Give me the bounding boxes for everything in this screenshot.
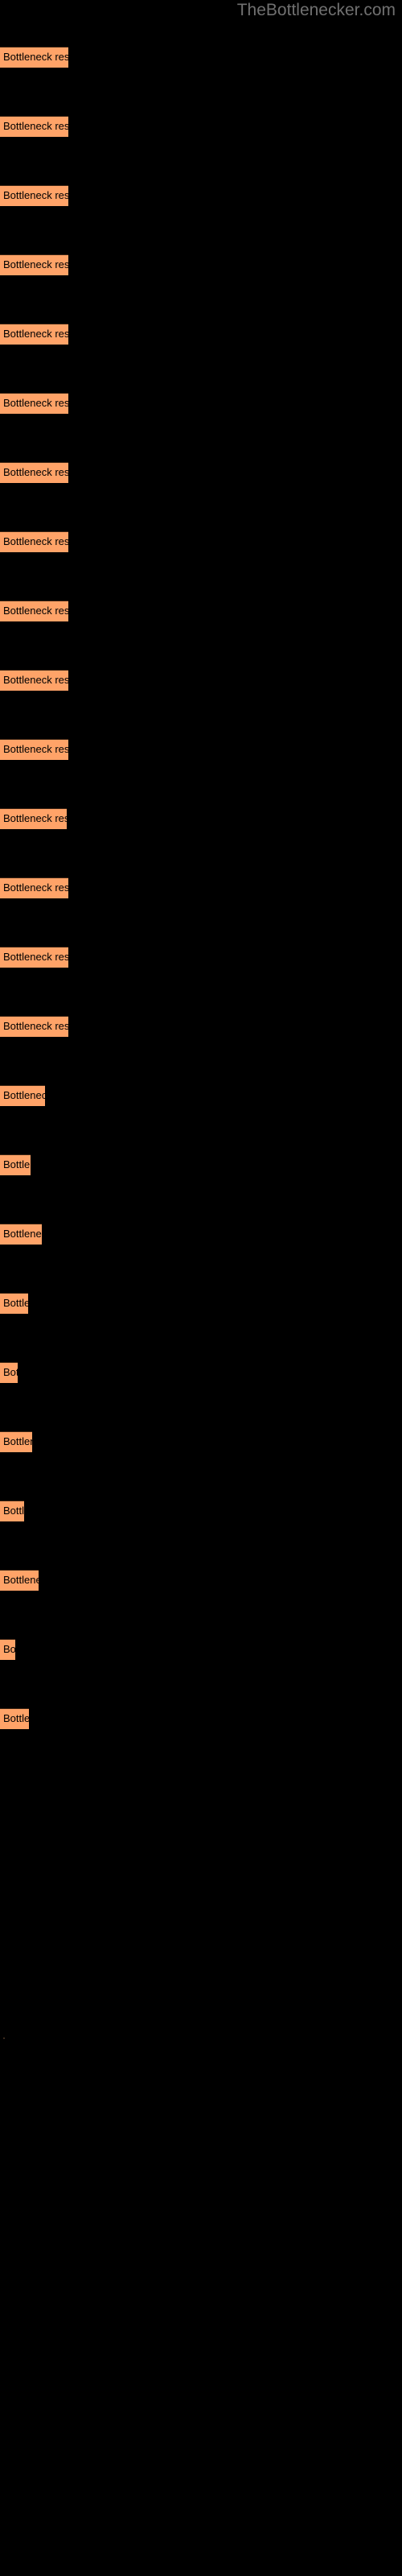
bar-label-clip: Bottleneck result <box>0 1154 31 1175</box>
bar-label-clip: Bottleneck result <box>0 531 68 552</box>
bar-label-clip: Bottleneck result <box>0 947 68 968</box>
bar-label-clip: Bottleneck result <box>0 808 67 829</box>
bar-row: Bottleneck result <box>0 1085 45 1106</box>
bar-row: Bottleneck result <box>0 1570 39 1591</box>
bar-label: Bottleneck result <box>3 466 68 478</box>
bar-row: Bottleneck result <box>0 670 68 691</box>
bar-label: Bottleneck result <box>3 1505 24 1517</box>
bar-label: Bottleneck result <box>3 812 67 824</box>
bar-label: Bottleneck result <box>3 258 68 270</box>
bar-row: Bottleneck result <box>0 1431 32 1452</box>
bar-row: Bottleneck result <box>0 1708 29 1729</box>
bar-label: Bottleneck result <box>3 1228 42 1240</box>
bar-label: Bottleneck result <box>3 1158 31 1170</box>
bar-label: Bottleneck result <box>3 743 68 755</box>
bar-row: Bottleneck result <box>0 808 67 829</box>
bar-row: Bottleneck result <box>0 947 68 968</box>
bar-row: Bottleneck result <box>0 462 68 483</box>
bar-label-clip: Bottleneck result <box>0 185 68 206</box>
bar-label-clip: Bottleneck result <box>0 1085 45 1106</box>
bar-label-clip: Bottleneck result <box>0 877 68 898</box>
bottleneck-chart: TheBottlenecker.com Bottleneck resultBot… <box>0 0 402 2576</box>
bar-label-clip: Bottleneck result <box>0 462 68 483</box>
bar-row: Bottleneck result <box>0 116 68 137</box>
bar-label: Bottleneck result <box>3 951 68 963</box>
bar-label: Bottleneck result <box>3 674 68 686</box>
bar-label-clip: Bottleneck result <box>0 670 68 691</box>
bar-label-clip: Bottleneck result <box>0 393 68 414</box>
bar-label: Bottleneck result <box>3 535 68 547</box>
bars-layer: Bottleneck result Bottleneck result Bottle… <box>0 0 402 2576</box>
stray-pixel-artifact <box>3 2037 5 2039</box>
bar-row: Bottleneck result <box>0 47 68 68</box>
bar-label: Bottleneck result <box>3 51 68 63</box>
bar-label: Bottleneck result <box>3 1297 28 1309</box>
bar-label-clip: Bottleneck result <box>0 324 68 345</box>
bar-row: Bottleneck result <box>0 324 68 345</box>
bar-label-clip: Bottleneck result <box>0 254 68 275</box>
bar-row: Bottleneck result <box>0 1293 28 1314</box>
bar-label-clip: Bottleneck result <box>0 1570 39 1591</box>
bar-label-clip: Bottleneck result <box>0 1639 15 1660</box>
bar-row: Bottleneck result <box>0 254 68 275</box>
bar-row: Bottleneck result <box>0 1362 18 1383</box>
bar-label-clip: Bottleneck result <box>0 1016 68 1037</box>
bar-row: Bottleneck result <box>0 393 68 414</box>
bar-label-clip: Bottleneck result <box>0 1431 32 1452</box>
bar-row: Bottleneck result <box>0 877 68 898</box>
bar-row: Bottleneck result <box>0 1639 15 1660</box>
bar-row: Bottleneck result <box>0 185 68 206</box>
bar-row: Bottleneck result <box>0 1016 68 1037</box>
bar-row: Bottleneck result <box>0 739 68 760</box>
bar-row: Bottleneck result <box>0 531 68 552</box>
bar-label-clip: Bottleneck result <box>0 47 68 68</box>
bar-row: Bottleneck result <box>0 1501 24 1521</box>
bar-label: Bottleneck result <box>3 189 68 201</box>
bar-label-clip: Bottleneck result <box>0 1708 29 1729</box>
bar-label: Bottleneck result <box>3 1089 45 1101</box>
bar-label: Bottleneck result <box>3 1435 32 1447</box>
bar-label: Bottleneck result <box>3 881 68 894</box>
bar-label: Bottleneck result <box>3 1712 29 1724</box>
bar-label: Bottleneck result <box>3 1574 39 1586</box>
bar-label-clip: Bottleneck result <box>0 1362 18 1383</box>
bar-label: Bottleneck result <box>3 1020 68 1032</box>
bar-row: Bottleneck result <box>0 601 68 621</box>
bar-label: Bottleneck result <box>3 120 68 132</box>
bar-label-clip: Bottleneck result <box>0 1224 42 1245</box>
bar-label: Bottleneck result <box>3 328 68 340</box>
bar-label-clip: Bottleneck result <box>0 1293 28 1314</box>
bar-label-clip: Bottleneck result <box>0 601 68 621</box>
bar-label-clip: Bottleneck result <box>0 1501 24 1521</box>
bar-row: Bottleneck result <box>0 1154 31 1175</box>
bar-label: Bottleneck result <box>3 605 68 617</box>
bar-label: Bottleneck result <box>3 1643 15 1655</box>
bar-label: Bottleneck result <box>3 1366 18 1378</box>
bar-label: Bottleneck result <box>3 397 68 409</box>
bar-label-clip: Bottleneck result <box>0 116 68 137</box>
bar-label-clip: Bottleneck result <box>0 739 68 760</box>
bar-row: Bottleneck result <box>0 1224 42 1245</box>
